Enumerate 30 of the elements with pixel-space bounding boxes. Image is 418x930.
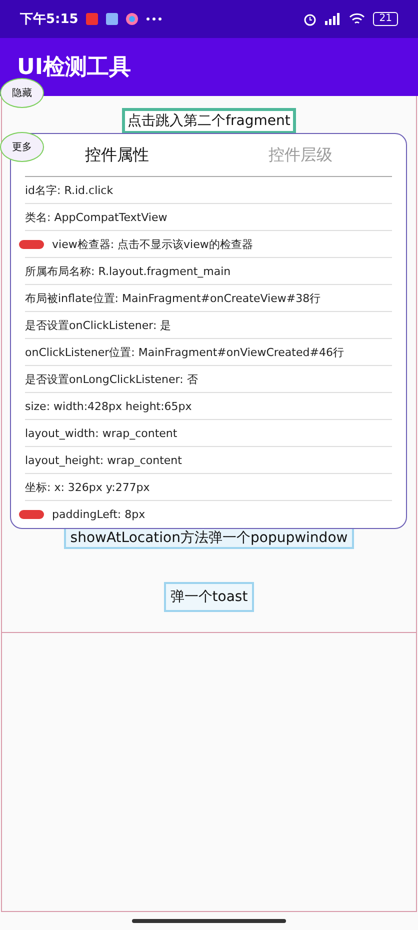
floating-button[interactable]: 更多 <box>0 132 44 162</box>
property-text: 类名: AppCompatTextView <box>25 210 168 224</box>
property-text: layout_width: wrap_content <box>25 426 178 440</box>
property-text: onClickListener位置: MainFragment#onViewCreated#46行 <box>25 344 344 360</box>
home-indicator[interactable] <box>132 919 286 923</box>
property-text: layout_height: wrap_content <box>25 454 182 466</box>
tag-badge <box>19 240 44 248</box>
app-icon <box>106 13 118 25</box>
property-text: view检查器: 点击不显示该view的检查器 <box>52 236 253 252</box>
battery-level: 21 <box>373 12 398 26</box>
status-time: 下午5:15 <box>20 11 78 28</box>
signal-icon <box>325 13 342 25</box>
alarm-icon <box>303 12 318 26</box>
property-text: 坐标: x: 326px y:277px <box>25 480 150 494</box>
app-icon <box>126 13 138 25</box>
property-text: 布局被inflate位置: MainFragment#onCreateView#38行 <box>25 290 321 306</box>
wifi-icon <box>349 13 366 25</box>
toast-button[interactable]: 弹一个toast <box>164 582 254 612</box>
property-text: id名字: R.id.click <box>25 182 114 198</box>
property-text: 所属布局名称: R.layout.fragment_main <box>25 264 231 278</box>
fragment-button[interactable]: 点击跳入第二个fragment <box>122 108 296 134</box>
app-icon <box>86 13 98 25</box>
property-text: paddingLeft: 8px <box>52 508 146 520</box>
property-text: 是否设置onLongClickListener: 否 <box>25 372 198 386</box>
property-text: 是否设置onClickListener: 是 <box>25 318 172 332</box>
popup-button[interactable]: showAtLocation方法弹一个popupwindow <box>64 527 354 549</box>
tab[interactable]: 控件属性 <box>78 140 155 170</box>
property-text: size: width:428px height:65px <box>25 400 192 412</box>
tag-badge <box>19 510 44 518</box>
more-icon <box>146 17 162 21</box>
